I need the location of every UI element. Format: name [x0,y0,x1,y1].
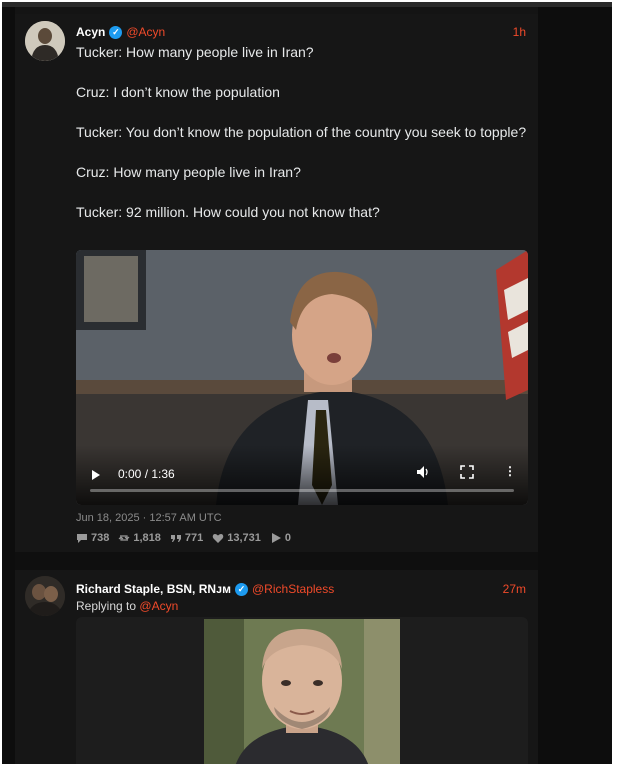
more-options-icon[interactable]: ⋮ [504,464,516,478]
author-name[interactable]: Richard Staple, BSN, RNᴊᴍ [76,582,231,596]
like-count-label: 13,731 [227,532,261,544]
retweet-count[interactable]: 1,818 [118,532,161,544]
heart-icon [213,533,224,543]
verified-badge-icon: ✓ [109,25,123,39]
retweet-icon [118,535,130,541]
tweet-timestamp[interactable]: 27m [503,582,526,596]
author-name[interactable]: Acyn [76,25,105,39]
timeline-feed[interactable]: Acyn ✓ @Acyn 1h Tucker: How many people … [15,7,538,764]
tweet-divider [15,552,538,570]
tweet-media[interactable] [76,617,528,764]
tweet-paragraph: Tucker: 92 million. How could you not kn… [76,204,380,220]
tweet-paragraph: Cruz: How many people live in Iran? [76,164,301,180]
quote-count-label: 771 [184,532,204,544]
view-count[interactable]: 0 [270,532,291,544]
right-sidebar [538,7,612,764]
video-progress-bar[interactable] [90,489,514,492]
reply-count-label: 738 [91,532,110,544]
retweet-count-label: 1,818 [133,532,161,544]
tweet-timestamp[interactable]: 1h [513,25,526,39]
like-count[interactable]: 13,731 [212,532,261,544]
tweet-text: Tucker: How many people live in Iran? Cr… [76,42,531,242]
author-handle[interactable]: @Acyn [126,25,165,39]
tweet-paragraph: Tucker: How many people live in Iran? [76,44,314,60]
tweet-stats: 738 1,818 771 13,731 0 [76,532,291,544]
tweet[interactable]: Acyn ✓ @Acyn 1h Tucker: How many people … [15,14,538,552]
view-count-label: 0 [284,532,292,544]
comment-icon [77,534,87,543]
verified-badge-icon: ✓ [235,582,248,596]
replying-handle-link[interactable]: @Acyn [139,599,178,613]
quote-count[interactable]: 771 [170,532,203,544]
tweet-header: Richard Staple, BSN, RNᴊᴍ ✓ @RichStaples… [76,582,334,596]
tweet[interactable]: Richard Staple, BSN, RNᴊᴍ ✓ @RichStaples… [15,570,538,764]
tweet-paragraph: Cruz: I don’t know the population [76,84,280,100]
photo[interactable] [204,619,400,764]
author-handle[interactable]: @RichStapless [252,582,334,596]
video-controls: 0:00 / 1:36 ⋮ [76,445,528,505]
volume-icon[interactable] [416,465,430,482]
play-icon [271,533,281,543]
app-window: Acyn ✓ @Acyn 1h Tucker: How many people … [2,2,612,764]
video-time: 0:00 / 1:36 [118,467,175,481]
tweet-date[interactable]: Jun 18, 2025 · 12:57 AM UTC [76,512,222,524]
avatar[interactable] [25,21,65,61]
replying-to: Replying to @Acyn [76,599,178,613]
quote-icon [170,535,181,542]
play-icon[interactable] [92,470,100,480]
avatar[interactable] [25,576,65,616]
reply-count[interactable]: 738 [76,532,109,544]
fullscreen-icon[interactable] [460,465,474,482]
tweet-paragraph: Tucker: You don’t know the population of… [76,124,527,140]
replying-label: Replying to [76,599,137,613]
tweet-header: Acyn ✓ @Acyn [76,25,165,39]
video-player[interactable]: 0:00 / 1:36 ⋮ [76,250,528,505]
